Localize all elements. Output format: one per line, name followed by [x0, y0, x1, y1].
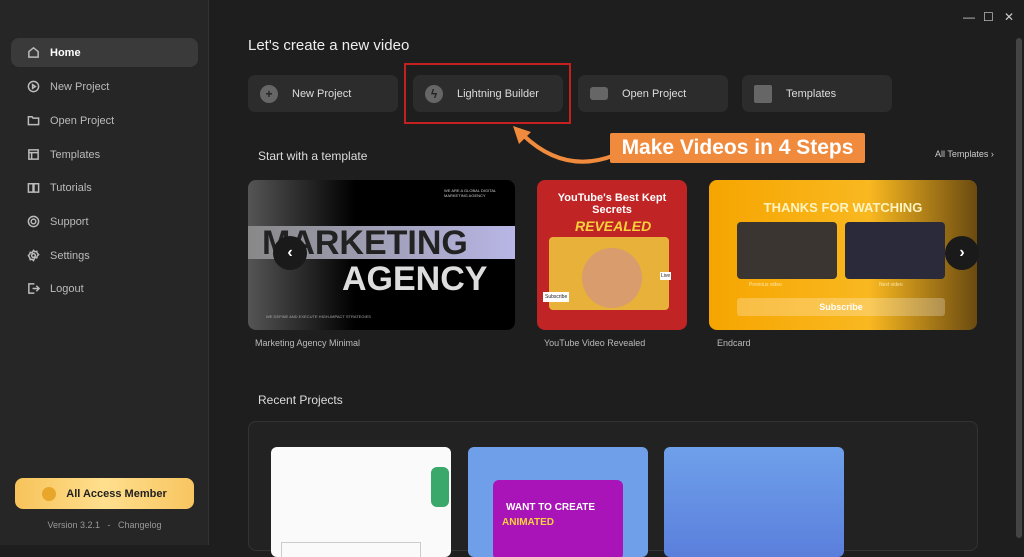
- template-text: WE DEFINE AND EXECUTE HIGH-IMPACT STRATE…: [266, 314, 371, 319]
- minimize-button[interactable]: —: [963, 10, 975, 24]
- version-info: Version 3.2.1 - Changelog: [0, 520, 209, 530]
- member-label: All Access Member: [66, 487, 167, 500]
- open-project-button[interactable]: Open Project: [578, 75, 728, 112]
- new-project-button[interactable]: + New Project: [248, 75, 398, 112]
- callout-label: Make Videos in 4 Steps: [610, 133, 865, 163]
- template-name: Endcard: [717, 338, 751, 348]
- thumbnail-text: WANT TO CREATE: [506, 502, 596, 513]
- maximize-button[interactable]: ☐: [983, 10, 994, 24]
- recent-project-thumbnail[interactable]: WANT TO CREATE ANIMATED: [468, 447, 648, 557]
- sidebar-item-label: New Project: [50, 80, 110, 93]
- button-label: Templates: [786, 87, 837, 100]
- button-label: New Project: [292, 87, 352, 100]
- sidebar-item-settings[interactable]: Settings: [11, 241, 198, 270]
- sidebar-item-tutorials[interactable]: Tutorials: [11, 173, 198, 202]
- layout-icon: [28, 149, 39, 160]
- sidebar-item-label: Settings: [50, 249, 90, 262]
- changelog-link[interactable]: Changelog: [118, 520, 162, 530]
- button-label: Open Project: [622, 87, 687, 100]
- sidebar-item-label: Home: [50, 46, 81, 59]
- layout-icon: [754, 84, 772, 103]
- book-icon: [27, 183, 40, 193]
- arrow-annotation: [513, 126, 616, 164]
- template-text: Subscribe: [737, 298, 945, 316]
- highlight-box: [404, 63, 571, 124]
- all-access-member-button[interactable]: All Access Member: [15, 478, 194, 509]
- template-text: Live: [660, 272, 672, 280]
- template-card[interactable]: THANKS FOR WATCHING Previous video Next …: [709, 180, 977, 330]
- templates-section-title: Start with a template: [258, 149, 368, 163]
- sidebar-item-home[interactable]: Home: [11, 38, 198, 67]
- carousel-next-button[interactable]: ›: [945, 236, 979, 270]
- sidebar-item-templates[interactable]: Templates: [11, 140, 198, 169]
- folder-icon: [27, 116, 40, 126]
- sidebar-item-label: Logout: [50, 282, 84, 295]
- gear-icon: [27, 249, 40, 262]
- all-templates-link[interactable]: All Templates ›: [935, 149, 994, 159]
- template-text: AGENCY: [342, 260, 488, 298]
- medal-icon: [42, 486, 57, 501]
- sidebar-item-open-project[interactable]: Open Project: [11, 106, 198, 135]
- sidebar-item-label: Open Project: [50, 114, 115, 127]
- sidebar-item-label: Templates: [50, 148, 101, 161]
- sidebar-item-new-project[interactable]: New Project: [11, 72, 198, 101]
- page-title: Let's create a new video: [248, 37, 410, 54]
- lifebuoy-icon: [27, 215, 40, 228]
- sidebar-item-logout[interactable]: Logout: [11, 274, 198, 303]
- version-text: Version 3.2.1: [47, 520, 100, 530]
- sidebar-item-label: Support: [50, 215, 89, 228]
- scrollbar[interactable]: [1016, 38, 1022, 538]
- template-text: YouTube's Best Kept Secrets: [557, 192, 667, 216]
- recent-project-thumbnail[interactable]: [664, 447, 844, 557]
- template-text: Subscribe: [543, 292, 570, 302]
- thumbnail-text: ANIMATED: [502, 517, 555, 528]
- folder-icon: [590, 87, 608, 100]
- sidebar: Home New Project Open Project Templates …: [0, 0, 209, 545]
- template-name: Marketing Agency Minimal: [255, 338, 361, 348]
- sidebar-item-support[interactable]: Support: [11, 207, 198, 236]
- template-name: YouTube Video Revealed: [544, 338, 646, 348]
- plus-icon: +: [260, 84, 278, 103]
- logout-icon: [28, 283, 40, 294]
- recent-projects-title: Recent Projects: [258, 393, 343, 407]
- template-text: THANKS FOR WATCHING: [763, 200, 923, 215]
- template-text: Next video: [879, 282, 903, 288]
- template-text: WE ARE A GLOBAL DIGITAL MARKETING AGENCY: [444, 188, 497, 198]
- recent-project-thumbnail[interactable]: [271, 447, 451, 557]
- home-icon: [28, 46, 39, 58]
- template-text: REVEALED: [575, 218, 652, 234]
- template-card[interactable]: YouTube's Best Kept Secrets REVEALED Sub…: [537, 180, 687, 330]
- sidebar-item-label: Tutorials: [50, 181, 92, 194]
- template-text: Previous video: [749, 282, 782, 288]
- play-circle-icon: [27, 80, 40, 93]
- separator: -: [107, 520, 111, 530]
- templates-button[interactable]: Templates: [742, 75, 892, 112]
- close-button[interactable]: ✕: [1004, 10, 1014, 24]
- carousel-prev-button[interactable]: ‹: [273, 236, 307, 270]
